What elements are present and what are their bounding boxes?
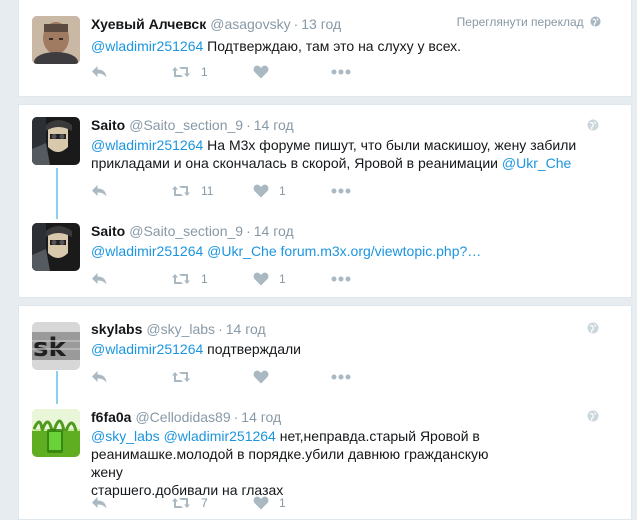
reply-button[interactable]	[91, 181, 108, 201]
url-link[interactable]: forum.m3x.org/viewtopic.php?…	[281, 243, 482, 259]
user-handle[interactable]: @sky_labs	[146, 321, 215, 337]
mention-link[interactable]: @sky_labs	[91, 428, 160, 444]
like-button[interactable]	[253, 62, 269, 82]
mention-link[interactable]: @wladimir251264	[91, 243, 203, 259]
retweet-icon	[172, 274, 190, 284]
avatar[interactable]	[32, 409, 80, 457]
conversation-card-3: sk skylabs @sky_labs · 14 год @wladimir2512…	[18, 305, 632, 520]
more-button[interactable]	[331, 269, 351, 289]
tweet-time[interactable]: 14 год	[226, 321, 266, 337]
more-icon	[331, 276, 351, 282]
tweet-text: @sky_labs @wladimir251264 нет,неправда.с…	[91, 428, 489, 498]
globe-icon	[587, 119, 599, 131]
retweet-icon	[172, 186, 190, 196]
mention-link[interactable]: @wladimir251264	[91, 341, 203, 357]
user-handle[interactable]: @asagovsky	[210, 16, 290, 32]
reply-button[interactable]	[91, 367, 108, 387]
reply-icon	[92, 185, 107, 197]
user-name[interactable]: Saito	[91, 223, 125, 239]
like-button[interactable]: 1	[253, 269, 286, 289]
user-name[interactable]: Saito	[91, 117, 125, 133]
heart-icon	[253, 184, 269, 198]
like-count: 1	[279, 272, 286, 286]
tweet-time[interactable]: 13 год	[301, 16, 341, 32]
retweet-button[interactable]	[171, 367, 191, 387]
user-name[interactable]: Хуевый Алчевск	[91, 16, 206, 32]
heart-icon	[253, 272, 269, 286]
reply-icon	[92, 273, 107, 285]
thread-line	[56, 371, 58, 404]
retweet-icon	[172, 498, 190, 508]
heart-icon	[253, 496, 269, 510]
avatar[interactable]	[32, 117, 80, 165]
more-button[interactable]	[331, 367, 351, 387]
tweet-header: Saito @Saito_section_9 · 14 год	[91, 117, 294, 133]
tweet-header: Хуевый Алчевск @asagovsky · 13 год	[91, 16, 342, 32]
mention-link[interactable]: @wladimir251264	[91, 38, 203, 54]
view-translation-link[interactable]: Переглянути переклад	[457, 15, 601, 29]
avatar[interactable]: sk	[32, 322, 80, 370]
tweet-text: @wladimir251264 На M3x форуме пишут, что…	[91, 137, 577, 171]
like-count: 1	[279, 184, 286, 198]
tweet-header: Saito @Saito_section_9 · 14 год	[91, 223, 294, 239]
reply-icon	[92, 66, 107, 78]
mention-link[interactable]: @Ukr_Che	[207, 243, 276, 259]
like-count: 1	[279, 496, 286, 510]
globe-icon	[587, 322, 599, 334]
globe-icon	[587, 410, 599, 422]
retweet-icon	[172, 372, 190, 382]
view-translation-label[interactable]: Переглянути переклад	[457, 15, 584, 29]
more-icon	[331, 69, 351, 75]
heart-icon	[253, 370, 269, 384]
globe-icon	[590, 16, 601, 27]
user-handle[interactable]: @Saito_section_9	[129, 117, 243, 133]
reply-button[interactable]	[91, 269, 108, 289]
tweet-header: f6fa0a @Cellodidas89 · 14 год	[91, 409, 282, 425]
user-name[interactable]: skylabs	[91, 321, 142, 337]
more-button[interactable]	[331, 62, 351, 82]
like-button[interactable]: 1	[253, 181, 286, 201]
retweet-button[interactable]: 7	[171, 493, 208, 513]
user-name[interactable]: f6fa0a	[91, 409, 131, 425]
reply-button[interactable]	[91, 62, 108, 82]
more-button[interactable]	[331, 181, 351, 201]
conversation-card-1: Хуевый Алчевск @asagovsky · 13 год Переглян…	[18, 0, 632, 97]
tweet-text: @wladimir251264 Подтверждаю, там это на …	[91, 38, 462, 54]
tweet-text: @wladimir251264 подтверждали	[91, 341, 301, 357]
retweet-button[interactable]: 1	[171, 62, 208, 82]
retweet-count: 1	[201, 65, 208, 79]
retweet-icon	[172, 67, 190, 77]
retweet-count: 1	[201, 272, 208, 286]
tweet-time[interactable]: 14 год	[254, 117, 294, 133]
reply-icon	[92, 497, 107, 509]
reply-button[interactable]	[91, 493, 108, 513]
retweet-count: 7	[201, 496, 208, 510]
avatar[interactable]	[32, 16, 80, 64]
heart-icon	[253, 65, 269, 79]
mention-link[interactable]: @wladimir251264	[164, 428, 276, 444]
mention-link[interactable]: @Ukr_Che	[502, 155, 571, 171]
tweet-header: skylabs @sky_labs · 14 год	[91, 321, 266, 337]
tweet-text: @wladimir251264 @Ukr_Che forum.m3x.org/v…	[91, 242, 611, 260]
reply-icon	[92, 371, 107, 383]
user-handle[interactable]: @Saito_section_9	[129, 223, 243, 239]
more-icon	[331, 188, 351, 194]
like-button[interactable]	[253, 367, 269, 387]
conversation-card-2: Saito @Saito_section_9 · 14 год @wladimir25…	[18, 104, 632, 298]
mention-link[interactable]: @wladimir251264	[91, 137, 203, 153]
thread-line	[56, 168, 58, 219]
like-button[interactable]: 1	[253, 493, 286, 513]
retweet-count: 11	[201, 184, 214, 198]
retweet-button[interactable]: 11	[171, 181, 213, 201]
retweet-button[interactable]: 1	[171, 269, 208, 289]
avatar[interactable]	[32, 223, 80, 271]
user-handle[interactable]: @Cellodidas89	[135, 409, 230, 425]
tweet-time[interactable]: 14 год	[254, 223, 294, 239]
more-icon	[331, 374, 351, 380]
tweet-time[interactable]: 14 год	[241, 409, 281, 425]
